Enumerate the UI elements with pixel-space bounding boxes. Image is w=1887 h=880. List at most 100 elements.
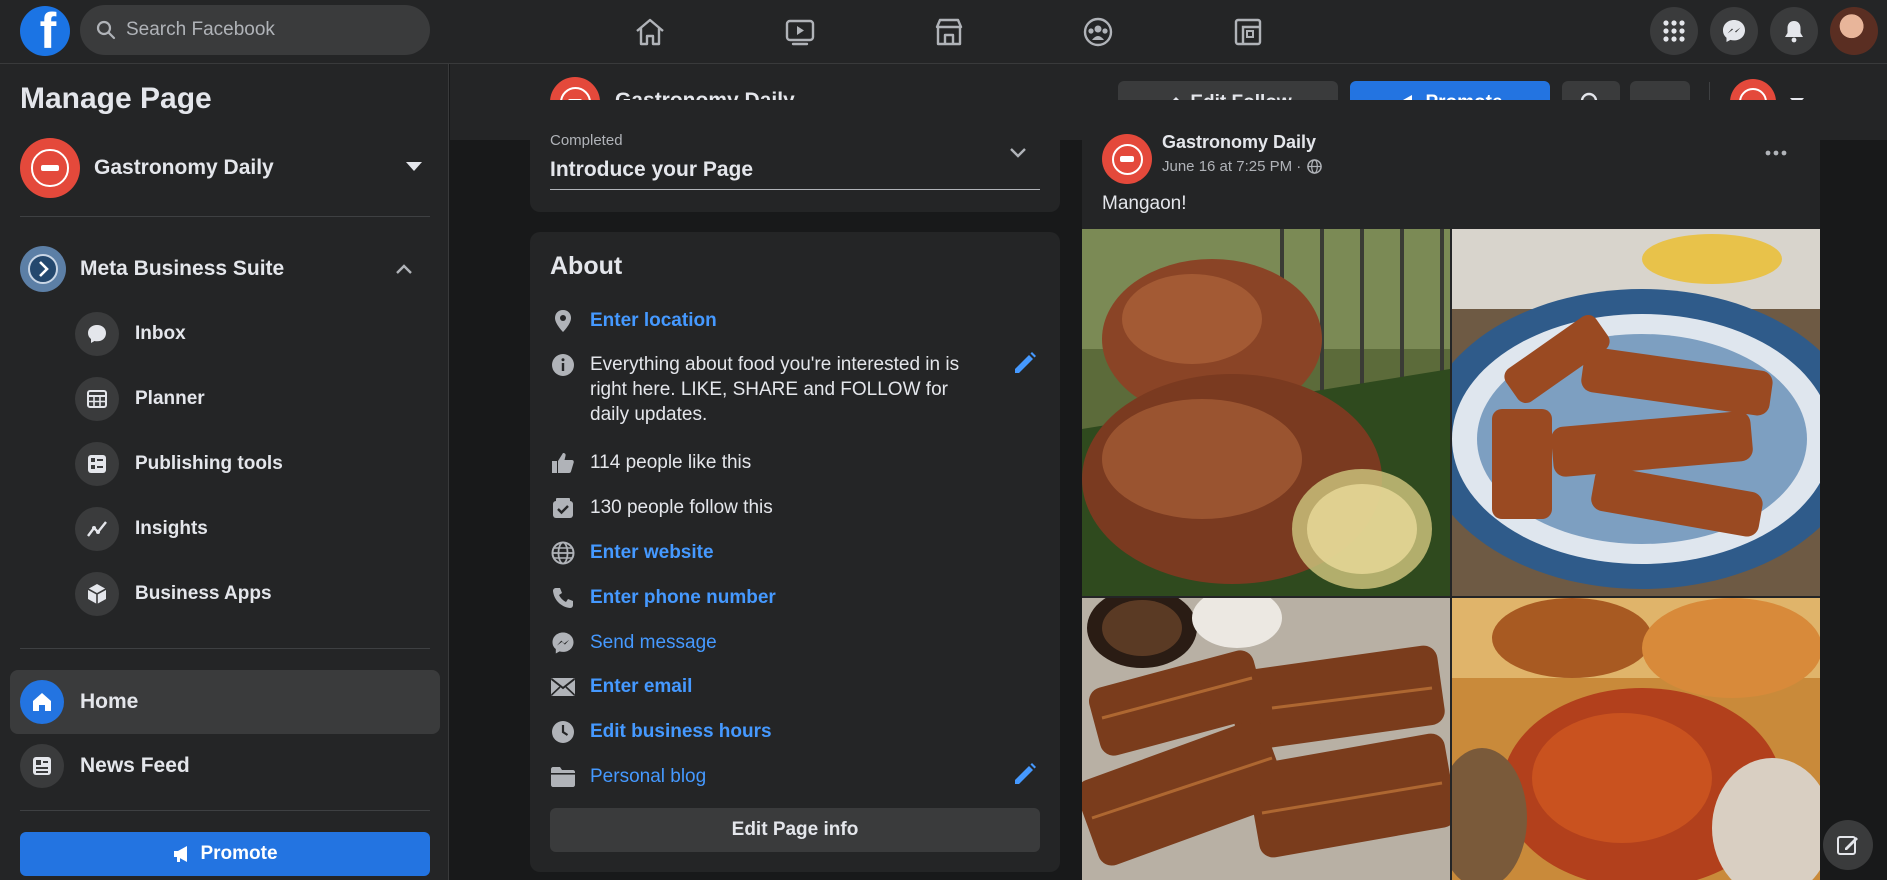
sidebar-item-news-feed[interactable]: News Feed	[20, 744, 190, 788]
compose-icon	[1837, 836, 1858, 855]
about-title: About	[550, 252, 623, 280]
marketplace-icon[interactable]	[927, 10, 971, 54]
sidebar-item-home[interactable]: Home	[10, 670, 440, 734]
business-apps-icon	[75, 572, 119, 616]
menu-grid-icon[interactable]	[1650, 7, 1698, 55]
sidebar-item-inbox[interactable]: Inbox	[75, 312, 186, 356]
profile-avatar[interactable]	[1830, 7, 1878, 55]
edit-page-info-button[interactable]: Edit Page info	[550, 808, 1040, 852]
about-follows: 130 people follow this	[550, 495, 1050, 521]
edit-business-hours-link[interactable]: Edit business hours	[590, 719, 772, 744]
meta-business-suite-toggle[interactable]: Meta Business Suite	[20, 246, 430, 292]
enter-phone-link[interactable]: Enter phone number	[590, 585, 776, 610]
post-photo[interactable]	[1452, 598, 1820, 880]
sidebar-promote-button[interactable]: Promote	[20, 832, 430, 876]
facebook-logo-icon[interactable]: f	[20, 6, 70, 56]
sidebar-item-label: Publishing tools	[135, 453, 283, 474]
thumbs-up-icon	[550, 450, 576, 476]
sidebar-item-publishing-tools[interactable]: Publishing tools	[75, 442, 283, 486]
megaphone-icon	[174, 846, 188, 862]
divider	[550, 189, 1040, 190]
watch-video-icon[interactable]	[778, 10, 822, 54]
about-description: Everything about food you're interested …	[550, 352, 990, 427]
phone-icon	[550, 585, 576, 611]
about-likes: 114 people like this	[550, 450, 1050, 476]
post-more-options-icon[interactable]	[1765, 150, 1787, 156]
promote-label: Promote	[200, 843, 278, 864]
send-message-link[interactable]: Send message	[590, 630, 717, 655]
about-card: About Enter location Everything about fo…	[530, 232, 1060, 872]
messenger-icon	[550, 630, 576, 656]
post-photo[interactable]	[1082, 229, 1450, 596]
about-website[interactable]: Enter website	[550, 540, 1050, 566]
post-card: Gastronomy Daily June 16 at 7:25 PM · Ma…	[1082, 100, 1820, 880]
post-photo[interactable]	[1452, 229, 1820, 596]
post-author-avatar[interactable]	[1102, 134, 1152, 184]
category-folder-icon	[550, 764, 576, 790]
news-feed-icon	[20, 744, 64, 788]
page-switcher[interactable]: Gastronomy Daily	[20, 138, 430, 198]
introduce-page-card: Completed Introduce your Page	[530, 100, 1060, 212]
about-phone[interactable]: Enter phone number	[550, 585, 1050, 611]
groups-icon[interactable]	[1076, 10, 1120, 54]
gaming-icon[interactable]	[1226, 10, 1270, 54]
description-text: Everything about food you're interested …	[590, 354, 960, 425]
enter-website-link[interactable]: Enter website	[590, 540, 714, 565]
search-bar[interactable]	[80, 5, 430, 55]
about-hours[interactable]: Edit business hours	[550, 719, 1050, 745]
publishing-tools-icon	[75, 442, 119, 486]
divider	[20, 216, 430, 217]
sidebar-item-insights[interactable]: Insights	[75, 507, 208, 551]
top-navigation-bar: f	[0, 0, 1887, 64]
divider	[20, 648, 430, 649]
enter-email-link[interactable]: Enter email	[590, 674, 692, 699]
about-message[interactable]: Send message	[550, 630, 1050, 656]
home-nav-icon[interactable]	[628, 10, 672, 54]
meta-business-suite-icon	[20, 246, 66, 292]
notifications-bell-icon[interactable]	[1770, 7, 1818, 55]
edit-pencil-icon[interactable]	[1012, 350, 1038, 376]
divider	[20, 810, 430, 811]
sidebar-item-label: Business Apps	[135, 583, 272, 604]
meta-business-suite-label: Meta Business Suite	[80, 257, 285, 280]
search-input[interactable]	[126, 19, 406, 41]
sidebar-item-label: Insights	[135, 518, 208, 539]
sidebar-item-label: Inbox	[135, 323, 186, 344]
sidebar-item-business-apps[interactable]: Business Apps	[75, 572, 272, 616]
post-author[interactable]: Gastronomy Daily	[1162, 132, 1316, 153]
intro-title[interactable]: Introduce your Page	[550, 158, 753, 182]
enter-location-link[interactable]: Enter location	[590, 308, 717, 333]
sidebar-item-planner[interactable]: Planner	[75, 377, 205, 421]
follows-count: 130 people follow this	[590, 497, 773, 518]
about-category[interactable]: Personal blog	[550, 764, 1050, 790]
insights-icon	[75, 507, 119, 551]
post-photo[interactable]	[1082, 598, 1450, 880]
page-switcher-name: Gastronomy Daily	[94, 156, 274, 179]
caret-down-icon	[406, 162, 422, 171]
new-message-compose-button[interactable]	[1823, 820, 1873, 870]
info-icon	[550, 352, 576, 378]
planner-icon	[75, 377, 119, 421]
messenger-icon[interactable]	[1710, 7, 1758, 55]
about-location[interactable]: Enter location	[550, 308, 1050, 334]
follow-check-icon	[550, 495, 576, 521]
category-link[interactable]: Personal blog	[590, 764, 706, 789]
chevron-up-icon	[396, 264, 412, 274]
home-icon	[20, 680, 64, 724]
envelope-icon	[550, 674, 576, 700]
page-logo-icon	[20, 138, 80, 198]
post-meta: June 16 at 7:25 PM ·	[1162, 158, 1323, 175]
location-pin-icon	[550, 308, 576, 334]
post-timestamp[interactable]: June 16 at 7:25 PM ·	[1162, 158, 1301, 175]
edit-pencil-icon[interactable]	[1012, 761, 1038, 787]
sidebar-item-label: News Feed	[80, 754, 190, 777]
likes-count: 114 people like this	[590, 452, 752, 473]
chevron-down-icon[interactable]	[1010, 148, 1026, 158]
intro-status: Completed	[550, 132, 623, 149]
globe-icon	[550, 540, 576, 566]
clock-icon	[550, 719, 576, 745]
globe-icon	[1307, 159, 1323, 174]
sidebar-title: Manage Page	[20, 82, 212, 115]
manage-page-sidebar: Manage Page Gastronomy Daily Meta Busine…	[0, 64, 449, 880]
about-email[interactable]: Enter email	[550, 674, 1050, 700]
